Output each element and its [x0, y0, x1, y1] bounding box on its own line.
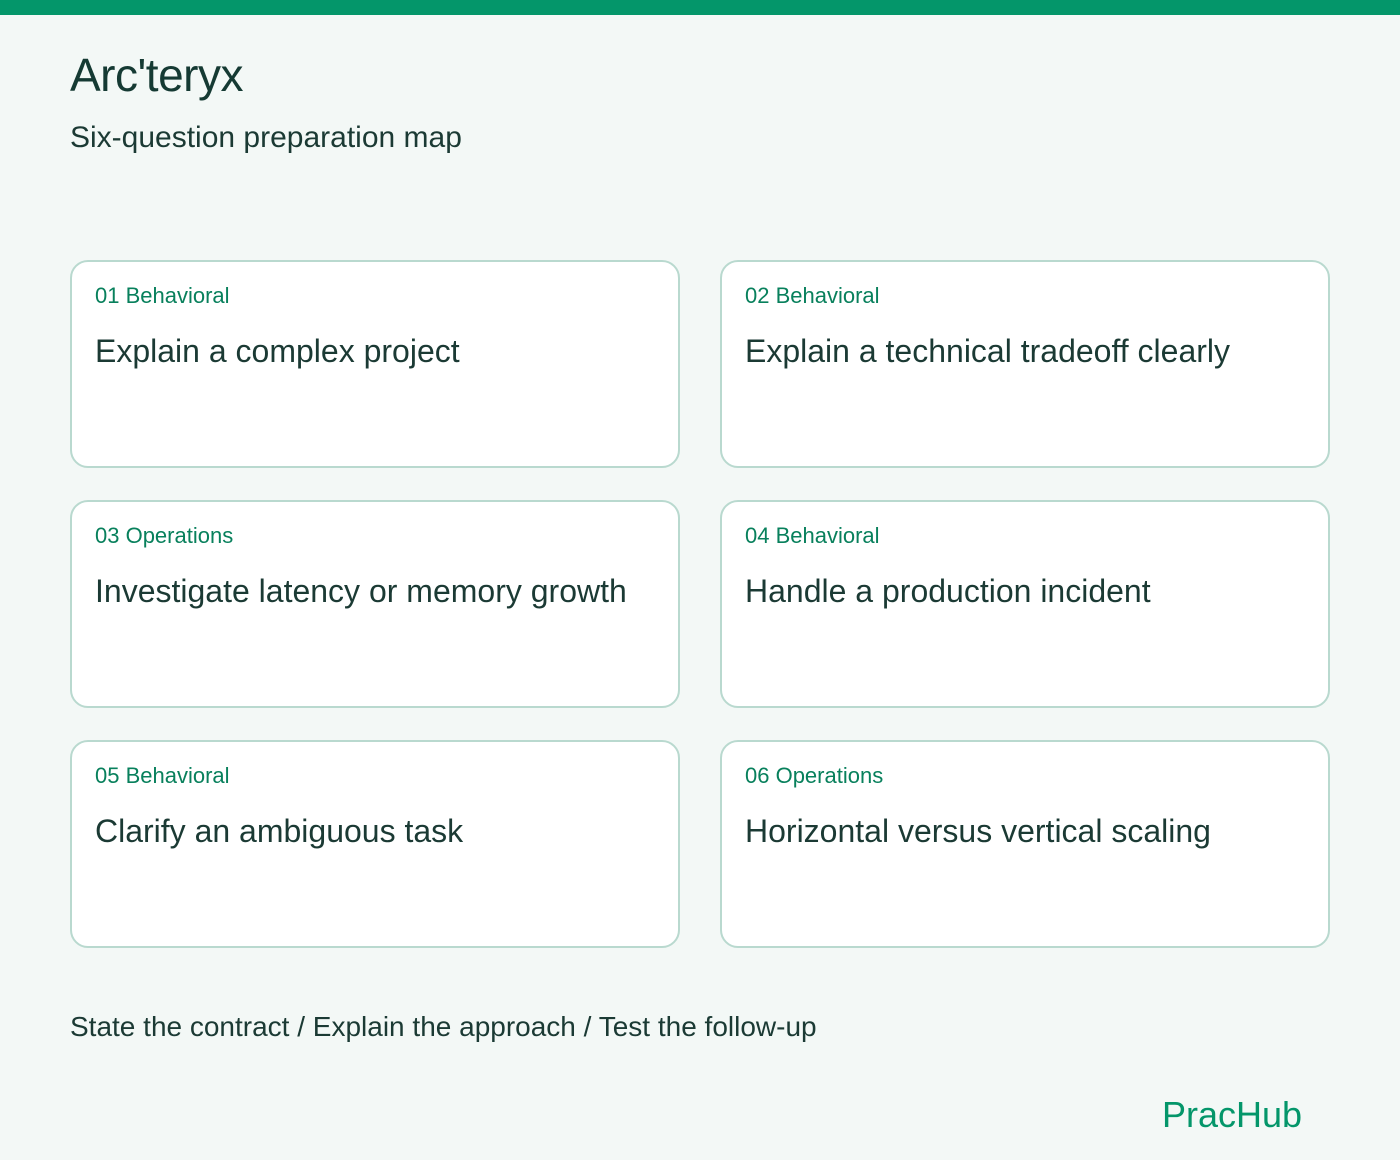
- question-title: Horizontal versus vertical scaling: [745, 813, 1211, 849]
- question-tag: 04 Behavioral: [745, 523, 880, 548]
- question-title: Clarify an ambiguous task: [95, 813, 464, 849]
- question-tag: 03 Operations: [95, 523, 234, 548]
- question-tag: 01 Behavioral: [95, 283, 230, 308]
- page-title: Arc'teryx: [70, 49, 243, 101]
- page-subtitle: Six-question preparation map: [70, 121, 462, 154]
- question-card-05[interactable]: 05 Behavioral Clarify an ambiguous task: [70, 740, 680, 948]
- question-tag: 05 Behavioral: [95, 763, 230, 788]
- question-title: Explain a technical tradeoff clearly: [745, 333, 1231, 369]
- question-card-02[interactable]: 02 Behavioral Explain a technical tradeo…: [720, 260, 1330, 468]
- question-card-06[interactable]: 06 Operations Horizontal versus vertical…: [720, 740, 1330, 948]
- question-title: Investigate latency or memory growth: [95, 573, 627, 609]
- question-card-01[interactable]: 01 Behavioral Explain a complex project: [70, 260, 680, 468]
- question-card-grid: 01 Behavioral Explain a complex project …: [70, 260, 1330, 948]
- question-tag: 06 Operations: [745, 763, 884, 788]
- footer-guidance-note: State the contract / Explain the approac…: [70, 1011, 817, 1042]
- question-tag: 02 Behavioral: [745, 283, 880, 308]
- question-card-04[interactable]: 04 Behavioral Handle a production incide…: [720, 500, 1330, 708]
- question-title: Explain a complex project: [95, 333, 460, 369]
- question-card-03[interactable]: 03 Operations Investigate latency or mem…: [70, 500, 680, 708]
- brand-logo: PracHub: [1161, 1094, 1302, 1135]
- top-accent-bar: [0, 0, 1400, 15]
- question-title: Handle a production incident: [745, 573, 1151, 609]
